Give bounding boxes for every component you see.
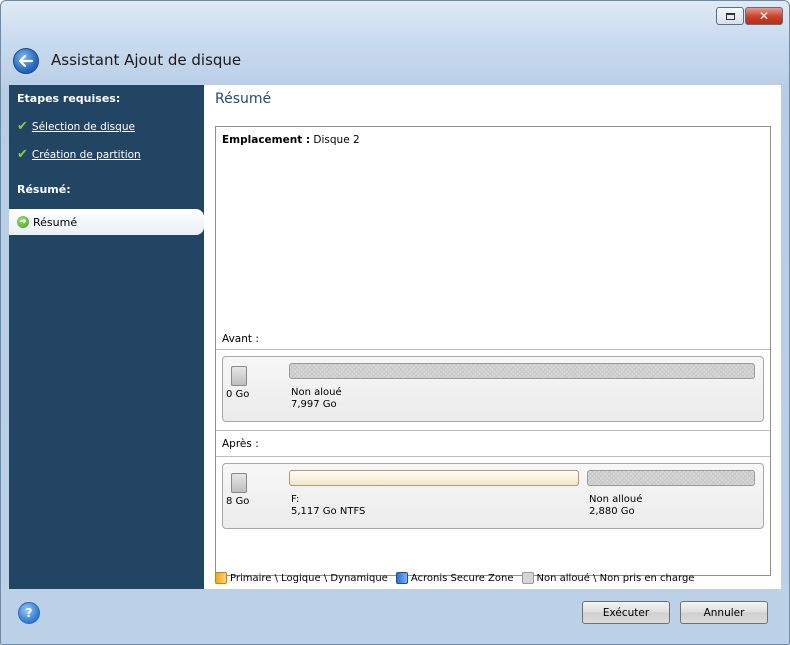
primary-swatch-icon xyxy=(215,572,227,584)
sidebar-heading-required: Etapes requises: xyxy=(17,92,121,105)
window-title: Assistant Ajout de disque xyxy=(51,51,242,69)
before-label: Avant : xyxy=(222,333,259,345)
help-button[interactable]: ? xyxy=(18,602,40,624)
execute-button[interactable]: Exécuter xyxy=(582,601,670,624)
disk-size: 0 Go xyxy=(226,389,250,400)
partition-bar-unallocated[interactable] xyxy=(587,470,755,486)
location-line: Emplacement : Disque 2 xyxy=(222,134,360,146)
title-bar: ✕ Assistant Ajout de disque xyxy=(1,1,789,81)
sidebar-item-label: Création de partition xyxy=(31,148,141,161)
partition-info: Non aloué 7,997 Go xyxy=(291,387,342,411)
disk-after-panel[interactable]: 8 Go F: 5,117 Go NTFS Non alloué 2,880 G… xyxy=(222,463,764,529)
legend-item-primary: Primaire \ Logique \ Dynamique xyxy=(215,572,388,584)
location-value: Disque 2 xyxy=(313,134,360,146)
close-icon: ✕ xyxy=(758,9,770,23)
partition-name: Non alloué xyxy=(589,494,643,505)
partition-name: F: xyxy=(291,494,300,505)
partition-name: Non aloué xyxy=(291,387,342,398)
back-button[interactable] xyxy=(13,48,39,74)
unallocated-swatch-icon xyxy=(521,572,534,584)
legend-label: Primaire \ Logique \ Dynamique xyxy=(230,572,388,584)
partition-info: Non alloué 2,880 Go xyxy=(589,494,642,518)
legend-label: Acronis Secure Zone xyxy=(410,572,514,584)
partition-size: 5,117 Go NTFS xyxy=(291,506,366,517)
sidebar-item-summary[interactable]: ➜ Résumé xyxy=(9,209,204,235)
acronis-swatch-icon xyxy=(395,572,408,584)
close-button[interactable]: ✕ xyxy=(745,7,783,25)
maximize-button[interactable] xyxy=(716,7,744,25)
legend-label: Non alloué \ Non pris en charge xyxy=(536,572,695,584)
hard-disk-icon xyxy=(231,366,247,386)
sidebar-heading-summary: Résumé: xyxy=(17,183,71,196)
summary-box: Emplacement : Disque 2 Avant : 0 Go Non … xyxy=(215,126,771,576)
divider xyxy=(216,349,770,350)
legend-item-unallocated: Non alloué \ Non pris en charge xyxy=(521,572,695,584)
sidebar-item-label: Sélection de disque xyxy=(31,120,135,133)
help-icon: ? xyxy=(25,606,33,620)
sidebar-item-partition-creation[interactable]: ✔ Création de partition xyxy=(17,147,141,162)
divider xyxy=(216,430,770,431)
back-arrow-icon xyxy=(19,55,33,67)
cancel-button[interactable]: Annuler xyxy=(680,601,768,624)
partition-bar-unallocated[interactable] xyxy=(289,363,755,379)
sidebar: Etapes requises: ✔ Sélection de disque ✔… xyxy=(9,85,204,589)
disk-size: 8 Go xyxy=(226,496,250,507)
after-label: Après : xyxy=(222,438,259,450)
partition-legend: Primaire \ Logique \ Dynamique Acronis S… xyxy=(215,572,771,584)
checkmark-icon: ✔ xyxy=(17,147,28,162)
sidebar-item-label: Résumé xyxy=(33,215,78,229)
page-title: Résumé xyxy=(215,91,272,107)
location-label: Emplacement : xyxy=(222,134,311,146)
partition-size: 7,997 Go xyxy=(291,399,337,410)
wizard-window: ✕ Assistant Ajout de disque Etapes requi… xyxy=(0,0,790,645)
partition-size: 2,880 Go xyxy=(589,506,635,517)
disk-before-panel[interactable]: 0 Go Non aloué 7,997 Go xyxy=(222,356,764,422)
checkmark-icon: ✔ xyxy=(17,119,28,134)
sidebar-item-disk-selection[interactable]: ✔ Sélection de disque xyxy=(17,119,135,134)
green-arrow-icon: ➜ xyxy=(17,216,29,228)
main-panel: Résumé Emplacement : Disque 2 Avant : 0 … xyxy=(204,85,781,589)
partition-bar-primary[interactable] xyxy=(289,470,579,486)
maximize-icon xyxy=(725,12,735,20)
legend-item-acronis: Acronis Secure Zone xyxy=(395,572,514,584)
footer-bar: ? Exécuter Annuler xyxy=(9,589,781,637)
hard-disk-icon xyxy=(231,473,247,493)
divider xyxy=(216,456,770,457)
partition-info: F: 5,117 Go NTFS xyxy=(291,494,365,518)
